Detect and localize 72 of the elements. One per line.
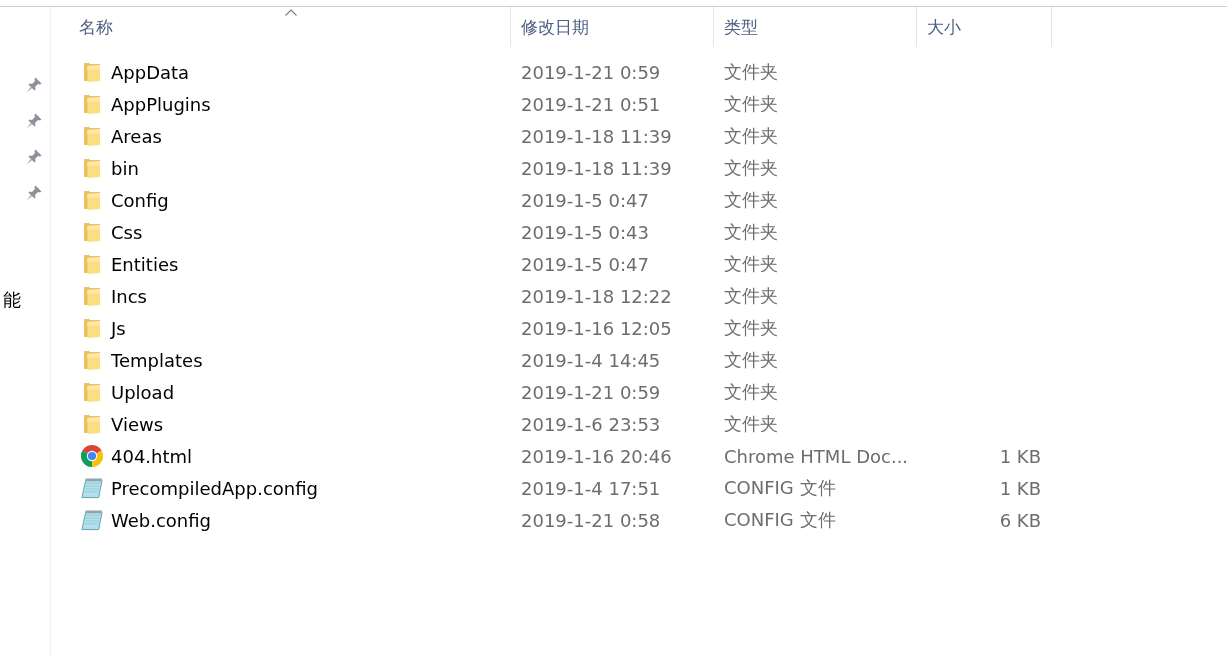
file-type: 文件夹 bbox=[723, 316, 779, 340]
file-size: 6 KB bbox=[998, 509, 1042, 531]
pin-icon[interactable] bbox=[26, 77, 42, 93]
file-name[interactable]: Upload bbox=[111, 381, 175, 403]
file-size: 1 KB bbox=[998, 477, 1042, 499]
file-type: 文件夹 bbox=[723, 60, 779, 84]
file-type: 文件夹 bbox=[723, 124, 779, 148]
column-header[interactable]: 类型 bbox=[714, 7, 917, 47]
notepad-icon bbox=[80, 477, 103, 499]
file-name[interactable]: Js bbox=[111, 317, 126, 339]
column-header[interactable]: 大小 bbox=[917, 7, 1052, 47]
modified-date: 2019-1-5 0:47 bbox=[520, 189, 650, 211]
column-header[interactable]: 名称 bbox=[71, 7, 511, 47]
modified-date: 2019-1-21 0:58 bbox=[520, 509, 662, 531]
folder-icon bbox=[83, 350, 100, 370]
file-type: 文件夹 bbox=[723, 412, 779, 436]
folder-icon bbox=[83, 414, 100, 434]
column-header[interactable]: 修改日期 bbox=[511, 7, 714, 47]
folder-icon bbox=[83, 382, 100, 402]
file-name[interactable]: 404.html bbox=[111, 445, 193, 467]
file-type: 文件夹 bbox=[723, 156, 779, 180]
modified-date: 2019-1-18 11:39 bbox=[520, 125, 673, 147]
file-name[interactable]: PrecompiledApp.config bbox=[111, 477, 318, 499]
folder-icon bbox=[83, 286, 100, 306]
folder-icon bbox=[83, 318, 100, 338]
folder-icon bbox=[83, 62, 100, 82]
file-type: 文件夹 bbox=[723, 284, 779, 308]
pin-icon[interactable] bbox=[26, 113, 42, 129]
folder-icon bbox=[83, 94, 100, 114]
pin-icon[interactable] bbox=[26, 149, 42, 165]
folder-icon bbox=[83, 190, 100, 210]
file-type: 文件夹 bbox=[723, 348, 779, 372]
modified-date: 2019-1-5 0:47 bbox=[520, 253, 650, 275]
modified-date: 2019-1-21 0:51 bbox=[520, 93, 662, 115]
file-name[interactable]: Entities bbox=[111, 253, 179, 275]
file-name[interactable]: Config bbox=[111, 189, 169, 211]
file-type: 文件夹 bbox=[723, 92, 779, 116]
round-logo-icon bbox=[80, 445, 103, 467]
file-name[interactable]: Incs bbox=[111, 285, 147, 307]
file-type: Chrome HTML Doc... bbox=[723, 445, 910, 467]
file-name[interactable]: AppData bbox=[111, 61, 190, 83]
pin-icon[interactable] bbox=[26, 185, 42, 201]
file-name[interactable]: Css bbox=[111, 221, 143, 243]
folder-icon bbox=[83, 126, 100, 146]
folder-icon bbox=[83, 158, 100, 178]
modified-date: 2019-1-21 0:59 bbox=[520, 61, 662, 83]
file-type: 文件夹 bbox=[723, 252, 779, 276]
folder-icon bbox=[83, 254, 100, 274]
file-name[interactable]: AppPlugins bbox=[111, 93, 211, 115]
modified-date: 2019-1-18 11:39 bbox=[520, 157, 673, 179]
file-name[interactable]: Areas bbox=[111, 125, 162, 147]
file-type: CONFIG 文件 bbox=[723, 476, 837, 500]
file-name[interactable]: bin bbox=[111, 157, 139, 179]
folder-icon bbox=[83, 222, 100, 242]
modified-date: 2019-1-6 23:53 bbox=[520, 413, 662, 435]
nav-item[interactable]: 能 bbox=[0, 288, 21, 312]
file-name[interactable]: Templates bbox=[111, 349, 203, 371]
modified-date: 2019-1-4 14:45 bbox=[520, 349, 662, 371]
file-type: 文件夹 bbox=[723, 220, 779, 244]
file-size: 1 KB bbox=[998, 445, 1042, 467]
notepad-icon bbox=[80, 509, 103, 531]
file-name[interactable]: Web.config bbox=[111, 509, 212, 531]
file-type: 文件夹 bbox=[723, 188, 779, 212]
modified-date: 2019-1-4 17:51 bbox=[520, 477, 662, 499]
modified-date: 2019-1-21 0:59 bbox=[520, 381, 662, 403]
modified-date: 2019-1-5 0:43 bbox=[520, 221, 650, 243]
modified-date: 2019-1-16 12:05 bbox=[520, 317, 673, 339]
modified-date: 2019-1-16 20:46 bbox=[520, 445, 673, 467]
file-type: 文件夹 bbox=[723, 380, 779, 404]
file-name[interactable]: Views bbox=[111, 413, 164, 435]
file-type: CONFIG 文件 bbox=[723, 508, 837, 532]
modified-date: 2019-1-18 12:22 bbox=[520, 285, 673, 307]
